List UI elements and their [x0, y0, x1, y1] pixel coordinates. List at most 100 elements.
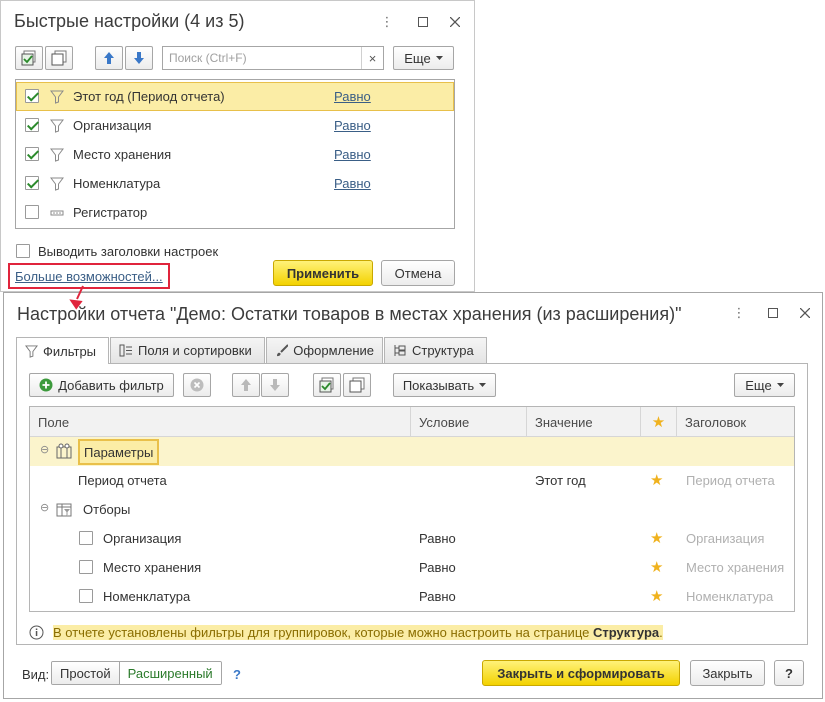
row-checkbox[interactable] [25, 118, 39, 132]
list-item[interactable]: Место хранения Равно [16, 140, 454, 169]
funnel-icon [50, 90, 64, 104]
check-all-button[interactable] [15, 46, 43, 70]
column-header-value[interactable]: Значение [527, 407, 641, 437]
more-button[interactable]: Еще [393, 46, 454, 70]
field-title: Организация [686, 531, 765, 546]
row-checkbox[interactable] [25, 89, 39, 103]
view-mode-toggle: Простой Расширенный [51, 661, 222, 685]
view-help-link[interactable]: ? [233, 667, 241, 682]
uncheck-all-button[interactable] [45, 46, 73, 70]
row-condition-link[interactable]: Равно [334, 118, 371, 133]
table-row[interactable]: Организация Равно ★ Организация [30, 524, 794, 553]
close-icon[interactable] [794, 302, 816, 324]
row-checkbox[interactable] [79, 589, 93, 603]
filters-group-icon [56, 503, 72, 517]
star-icon[interactable]: ★ [650, 471, 663, 489]
table-row[interactable]: Место хранения Равно ★ Место хранения [30, 553, 794, 582]
delete-icon [190, 378, 204, 392]
close-icon[interactable] [444, 11, 466, 33]
window-title: Быстрые настройки (4 из 5) [14, 11, 245, 31]
table-row[interactable]: ⊖ Отборы [30, 495, 794, 524]
plus-circle-icon [39, 378, 53, 392]
show-dropdown-button[interactable]: Показывать [393, 373, 496, 397]
list-item[interactable]: Этот год (Период отчета) Равно [16, 82, 454, 111]
field-condition: Равно [419, 589, 456, 604]
fields-icon [119, 344, 132, 357]
collapse-icon[interactable]: ⊖ [40, 501, 49, 514]
view-simple-button[interactable]: Простой [52, 662, 120, 684]
list-item[interactable]: Организация Равно [16, 111, 454, 140]
show-headers-checkbox[interactable] [16, 244, 30, 258]
row-condition-link[interactable]: Равно [334, 89, 371, 104]
view-extended-button[interactable]: Расширенный [119, 662, 221, 684]
tab-fields-sorting[interactable]: Поля и сортировки [110, 337, 265, 363]
brush-icon [277, 344, 289, 357]
row-checkbox[interactable] [79, 560, 93, 574]
row-label: Номенклатура [73, 176, 161, 191]
field-name: Номенклатура [103, 589, 191, 604]
column-header-star[interactable]: ★ [641, 407, 677, 437]
table-row[interactable]: ⊖ Параметры [30, 437, 794, 466]
star-icon[interactable]: ★ [650, 587, 663, 605]
arrow-up-icon [104, 52, 114, 64]
tab-appearance[interactable]: Оформление [266, 337, 383, 363]
row-checkbox[interactable] [25, 205, 39, 219]
column-header-field[interactable]: Поле [30, 407, 411, 437]
row-checkbox[interactable] [79, 531, 93, 545]
menu-dots-icon[interactable]: ⋮ [728, 302, 750, 324]
close-and-build-button[interactable]: Закрыть и сформировать [482, 660, 680, 686]
tab-structure[interactable]: Структура [384, 337, 487, 363]
check-all-icon [21, 50, 36, 66]
uncheck-all-button[interactable] [343, 373, 371, 397]
close-button[interactable]: Закрыть [690, 660, 765, 686]
row-condition-link[interactable]: Равно [334, 147, 371, 162]
filters-grid: Поле Условие Значение ★ Заголовок ⊖ Пара… [29, 406, 795, 612]
maximize-icon[interactable] [412, 11, 434, 33]
move-up-button[interactable] [232, 373, 260, 397]
group-name-filters: Отборы [83, 502, 131, 517]
structure-page-link[interactable]: Структура [593, 625, 659, 640]
star-icon[interactable]: ★ [650, 529, 663, 547]
filters-panel: Добавить фильтр Показывать Еще Поле Усло… [16, 363, 808, 645]
arrow-down-icon [134, 52, 144, 64]
list-item[interactable]: Номенклатура Равно [16, 169, 454, 198]
move-up-button[interactable] [95, 46, 123, 70]
more-options-link[interactable]: Больше возможностей... [15, 269, 163, 284]
list-item[interactable]: Регистратор [16, 198, 454, 227]
cancel-button[interactable]: Отмена [381, 260, 455, 286]
search-field[interactable]: × [162, 46, 384, 70]
star-icon[interactable]: ★ [650, 558, 663, 576]
row-condition-link[interactable]: Равно [334, 176, 371, 191]
red-arrow-icon [69, 285, 84, 310]
move-down-button[interactable] [125, 46, 153, 70]
delete-button[interactable] [183, 373, 211, 397]
table-row[interactable]: Период отчета Этот год ★ Период отчета [30, 466, 794, 495]
row-checkbox[interactable] [25, 176, 39, 190]
search-input[interactable] [163, 47, 343, 69]
row-checkbox[interactable] [25, 147, 39, 161]
chevron-down-icon [435, 56, 443, 60]
arrow-down-icon [270, 379, 280, 391]
apply-button[interactable]: Применить [273, 260, 373, 286]
check-all-button[interactable] [313, 373, 341, 397]
move-down-button[interactable] [261, 373, 289, 397]
parameters-group-icon [56, 443, 72, 459]
table-row[interactable]: Номенклатура Равно ★ Номенклатура [30, 582, 794, 611]
help-button[interactable]: ? [774, 660, 804, 686]
add-filter-button[interactable]: Добавить фильтр [29, 373, 174, 397]
tab-filters[interactable]: Фильтры [16, 337, 109, 364]
column-header-title[interactable]: Заголовок [677, 407, 794, 437]
maximize-icon[interactable] [762, 302, 784, 324]
row-label: Регистратор [73, 205, 148, 220]
field-condition: Равно [419, 560, 456, 575]
clear-search-icon[interactable]: × [361, 47, 383, 69]
collapse-icon[interactable]: ⊖ [40, 443, 49, 456]
chevron-down-icon [776, 383, 784, 387]
more-button[interactable]: Еще [734, 373, 795, 397]
info-icon [29, 625, 44, 640]
show-headers-label: Выводить заголовки настроек [38, 244, 219, 259]
arrow-up-icon [241, 379, 251, 391]
field-name: Период отчета [78, 473, 167, 488]
menu-dots-icon[interactable]: ⋮ [376, 11, 398, 33]
column-header-condition[interactable]: Условие [411, 407, 527, 437]
